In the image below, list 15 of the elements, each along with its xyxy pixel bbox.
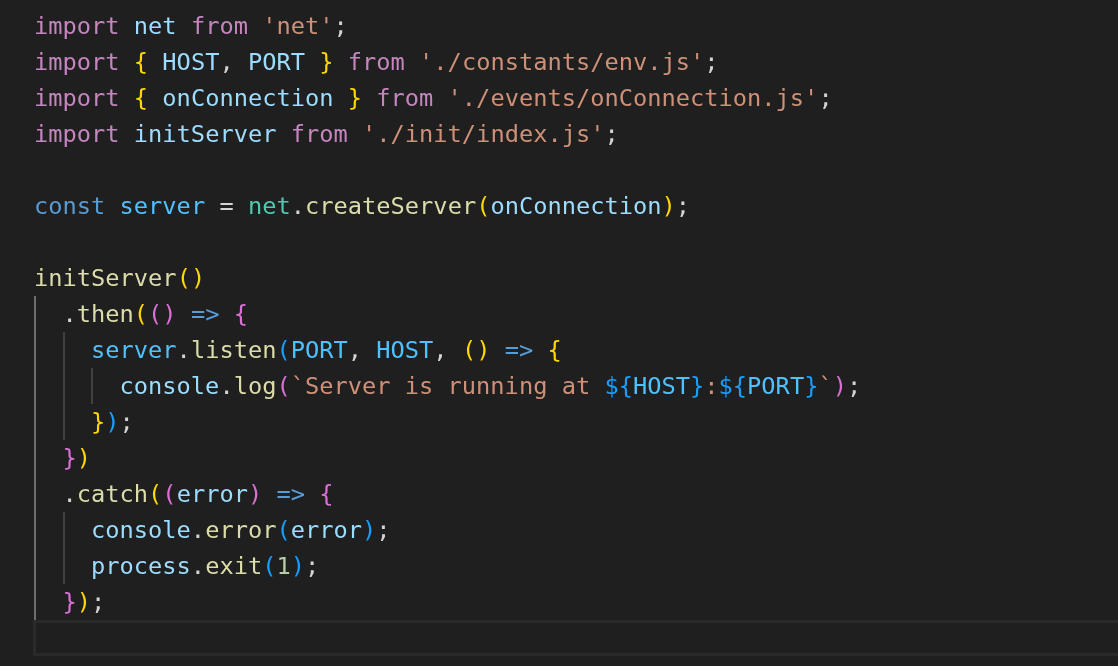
code-line: console.error(error); [34, 512, 1118, 548]
code-line: import net from 'net'; [34, 11, 349, 42]
code-line: .then(() => { [34, 296, 1118, 332]
code-line: process.exit(1); [34, 548, 1118, 584]
code-line: import { HOST, PORT } from './constants/env.js'; [34, 47, 720, 78]
code-line: }) [34, 440, 1118, 476]
code-line: import { onConnection } from './events/onConnection.js'; [34, 83, 834, 114]
code-line: import initServer from './init/index.js'; [34, 119, 620, 150]
code-line: console.log(`Server is running at ${HOST}:${PORT}`); [34, 368, 1118, 404]
code-line: }); [34, 404, 1118, 440]
code-line: const server = net.createServer(onConnection); [34, 191, 692, 222]
code-line: server.listen(PORT, HOST, () => { [34, 332, 1118, 368]
code-line: }); [34, 584, 1118, 620]
code-line: .catch((error) => { [34, 476, 1118, 512]
code-line: initServer() [34, 263, 207, 294]
